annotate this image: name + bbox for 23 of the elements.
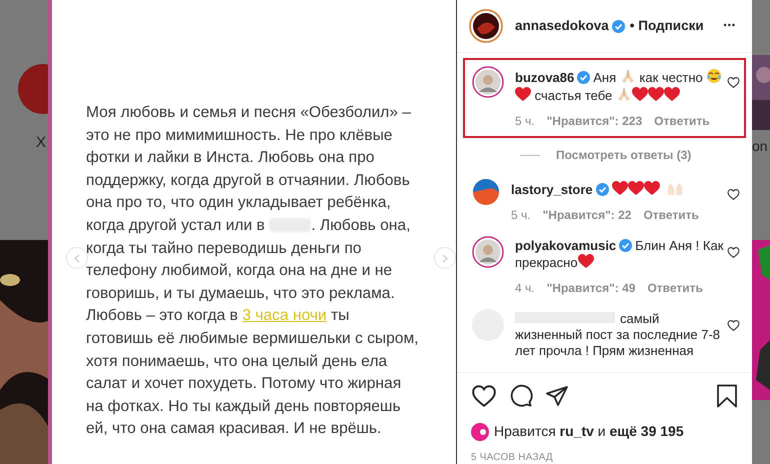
comment-time: 5 ч. — [515, 113, 535, 130]
username-label: on — [752, 137, 768, 156]
username-link[interactable]: annasedokova — [515, 16, 609, 36]
comment-text: lastory_store — [511, 180, 723, 198]
post-time: 5 ЧАСОВ НАЗАД — [471, 451, 554, 464]
post-text: Моя любовь и семья и песня «Обезболил» – это не про мимимишность. Не про клёвые фотки и лайки в Инста. Любовь она про поддержку, когда другой в отчаянии. Любовь она про то, что один укладывает ребёнка, когда другой устал или в . Любовь она, когда ты тайно переводишь деньги по телефону любимой, когда она на дне и не говоришь, и ты думаешь, что это реклама. Любовь – это когда в 3 часа ночи ты готовишь её любимые вермишельки с сыром, хотя понимаешь, что она целый день ела салат и хочет похудеть. Потому что жирная на фотках. Но ты каждый день повторяешь ей, что она самая красивая. И не врёшь. — [86, 103, 418, 440]
comment-time: 4 ч. — [515, 280, 535, 297]
follow-button[interactable]: • Подписки — [630, 16, 704, 36]
more-button[interactable]: ••• — [724, 19, 736, 33]
reply-button[interactable]: Ответить — [654, 112, 710, 130]
likes-count[interactable]: "Нравится": 223 — [546, 112, 642, 130]
comment-time: 5 ч. — [511, 207, 531, 224]
view-replies-button[interactable]: Посмотреть ответы (3) — [556, 146, 692, 164]
likes-text: Нравится ru_tv и ещё 39 195 — [494, 422, 684, 441]
comment-text: самый жизненный пост за последние 7-8 лет прочла ! Прям жизненная — [515, 311, 721, 359]
username-label: Х — [36, 133, 46, 153]
reply-button[interactable]: Ответить — [643, 206, 699, 224]
likes-count[interactable]: "Нравится": 49 — [546, 279, 636, 297]
comment-text: buzova86 Аня как честно счастья тебе — [515, 68, 727, 104]
comment-text: polyakovamusic Блин Аня ! Как прекрасно — [515, 238, 724, 271]
time-link[interactable]: 3 часа ночи — [242, 307, 327, 324]
likes-count[interactable]: "Нравится": 22 — [542, 206, 632, 224]
reply-button[interactable]: Ответить — [647, 279, 703, 297]
